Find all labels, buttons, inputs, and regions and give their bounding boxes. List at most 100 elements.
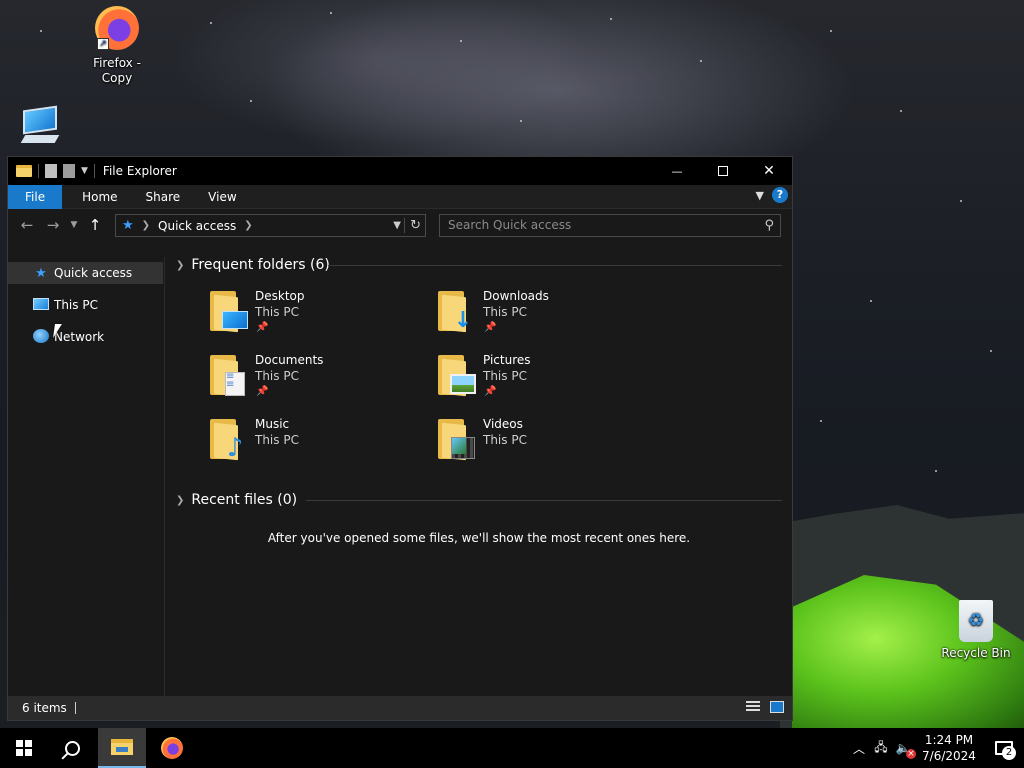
- desktop-icon-label: Firefox - Copy: [93, 56, 141, 85]
- file-explorer-window: ▼ File Explorer — ✕ File Home Share View…: [7, 156, 793, 721]
- nav-item-label: Quick access: [54, 266, 133, 280]
- search-icon: ⚲: [764, 218, 774, 233]
- close-icon: ✕: [763, 163, 775, 179]
- tab-file[interactable]: File: [8, 184, 63, 209]
- show-hidden-icons-chevron-icon[interactable]: ︿: [848, 740, 870, 757]
- start-button[interactable]: [0, 728, 48, 768]
- new-folder-icon[interactable]: [63, 164, 75, 178]
- forward-button[interactable]: →: [40, 216, 66, 234]
- pictures-folder-icon: [438, 355, 476, 397]
- breadcrumb-chevron-icon[interactable]: ❯: [142, 220, 150, 231]
- back-button[interactable]: ←: [14, 216, 40, 234]
- folder-name: Desktop: [255, 289, 305, 303]
- folder-tile-videos[interactable]: Videos This PC: [438, 417, 638, 473]
- address-bar[interactable]: ★ ❯ Quick access ❯ ▼ ↻: [115, 214, 426, 237]
- desktop-icon-this-pc[interactable]: [14, 105, 66, 143]
- music-folder-icon: ♪: [210, 419, 248, 463]
- up-button[interactable]: ↑: [82, 216, 108, 234]
- nav-item-quick-access[interactable]: ★ Quick access: [8, 262, 163, 284]
- large-icons-view-icon[interactable]: [770, 701, 784, 713]
- status-bar: 6 items: [8, 696, 792, 720]
- recycle-bin-icon: ♻: [959, 600, 993, 642]
- taskbar-file-explorer[interactable]: [98, 728, 146, 768]
- nav-item-network[interactable]: Network: [8, 326, 163, 348]
- navigation-pane: ★ Quick access This PC Network: [8, 257, 165, 697]
- clock[interactable]: 1:24 PM 7/6/2024: [914, 732, 984, 764]
- minimize-icon: —: [671, 164, 683, 178]
- desktop-folder-icon: [210, 291, 248, 333]
- pin-icon: 📌: [484, 386, 497, 397]
- search-input[interactable]: Search Quick access ⚲: [439, 214, 781, 237]
- firefox-icon: ↗: [95, 6, 139, 50]
- breadcrumb-chevron-icon[interactable]: ❯: [244, 220, 252, 231]
- downloads-folder-icon: ↓: [438, 291, 476, 333]
- clock-date: 7/6/2024: [922, 749, 976, 763]
- file-explorer-icon: [111, 739, 133, 755]
- folder-location: This PC: [255, 433, 299, 447]
- documents-folder-icon: ≡ ≡: [210, 355, 248, 397]
- breadcrumb-quick-access[interactable]: Quick access: [158, 219, 236, 233]
- recent-files-header[interactable]: ❯ Recent files (0): [176, 492, 297, 508]
- notification-count-badge: 2: [1002, 746, 1016, 760]
- tab-view[interactable]: View: [194, 185, 250, 209]
- this-pc-icon: [33, 297, 49, 310]
- tab-share[interactable]: Share: [132, 185, 195, 209]
- item-count: 6 items: [22, 701, 67, 715]
- address-history-chevron-icon[interactable]: ▼: [393, 220, 401, 231]
- nav-item-label: This PC: [54, 298, 98, 312]
- folder-tile-music[interactable]: ♪ Music This PC: [210, 417, 410, 473]
- network-icon: [33, 328, 49, 343]
- folder-name: Documents: [255, 353, 324, 367]
- quick-access-star-icon: ★: [122, 218, 134, 233]
- content-pane: ❯ Frequent folders (6) Desktop This PC 📌…: [166, 257, 792, 697]
- window-controls: — ✕: [654, 157, 792, 185]
- recent-files-empty-message: After you've opened some files, we'll sh…: [267, 531, 691, 545]
- folder-location: This PC: [255, 305, 299, 319]
- frequent-folders-header[interactable]: ❯ Frequent folders (6): [176, 257, 330, 273]
- nav-item-this-pc[interactable]: This PC: [8, 294, 163, 316]
- help-button[interactable]: ?: [772, 187, 788, 203]
- network-status-icon[interactable]: 🖧: [870, 738, 892, 759]
- collapse-chevron-icon[interactable]: ❯: [176, 495, 184, 506]
- minimize-button[interactable]: —: [654, 157, 700, 185]
- tab-home[interactable]: Home: [68, 185, 131, 209]
- explorer-folder-icon: [16, 165, 32, 177]
- taskbar-search-button[interactable]: [48, 728, 96, 768]
- customize-toolbar-chevron-icon[interactable]: ▼: [81, 166, 88, 176]
- folder-name: Downloads: [483, 289, 549, 303]
- this-pc-icon: [23, 105, 57, 135]
- pin-icon: 📌: [256, 322, 269, 333]
- windows-logo-icon: [16, 740, 32, 756]
- nav-item-label: Network: [54, 330, 105, 344]
- folder-tile-downloads[interactable]: ↓ Downloads This PC 📌: [438, 289, 638, 345]
- expand-ribbon-chevron-icon[interactable]: ▼: [756, 189, 764, 202]
- desktop-icon-firefox-copy[interactable]: ↗ Firefox - Copy: [82, 6, 152, 86]
- volume-muted-icon[interactable]: 🔈: [892, 741, 916, 759]
- ribbon-tabs: File Home Share View ▼ ?: [8, 184, 792, 209]
- navigation-bar: ← → ▼ ↑ ★ ❯ Quick access ❯ ▼ ↻ Search Qu…: [8, 209, 792, 241]
- recent-locations-chevron-icon[interactable]: ▼: [66, 220, 82, 230]
- folder-tile-documents[interactable]: ≡ ≡ Documents This PC 📌: [210, 353, 410, 409]
- pin-icon: 📌: [256, 386, 269, 397]
- desktop-icon-recycle-bin[interactable]: ♻ Recycle Bin: [940, 600, 1012, 661]
- folder-location: This PC: [483, 433, 527, 447]
- refresh-icon[interactable]: ↻: [410, 218, 421, 233]
- desktop-icon-label: Recycle Bin: [941, 646, 1011, 660]
- maximize-button[interactable]: [700, 157, 746, 185]
- taskbar-firefox[interactable]: [148, 728, 196, 768]
- properties-icon[interactable]: [45, 164, 57, 178]
- close-button[interactable]: ✕: [746, 157, 792, 185]
- folder-location: This PC: [483, 305, 527, 319]
- clock-time: 1:24 PM: [924, 733, 974, 747]
- details-view-icon[interactable]: [746, 701, 760, 713]
- maximize-icon: [718, 166, 728, 176]
- folder-tile-pictures[interactable]: Pictures This PC 📌: [438, 353, 638, 409]
- title-bar[interactable]: ▼ File Explorer — ✕: [8, 157, 792, 185]
- taskbar: ︿ 🖧 🔈 1:24 PM 7/6/2024 2: [0, 728, 1024, 768]
- window-title: File Explorer: [102, 164, 177, 178]
- quick-access-toolbar: ▼: [8, 164, 95, 178]
- action-center-button[interactable]: 2: [984, 728, 1024, 768]
- folder-tile-desktop[interactable]: Desktop This PC 📌: [210, 289, 410, 345]
- pin-icon: 📌: [484, 322, 497, 333]
- collapse-chevron-icon[interactable]: ❯: [176, 260, 184, 271]
